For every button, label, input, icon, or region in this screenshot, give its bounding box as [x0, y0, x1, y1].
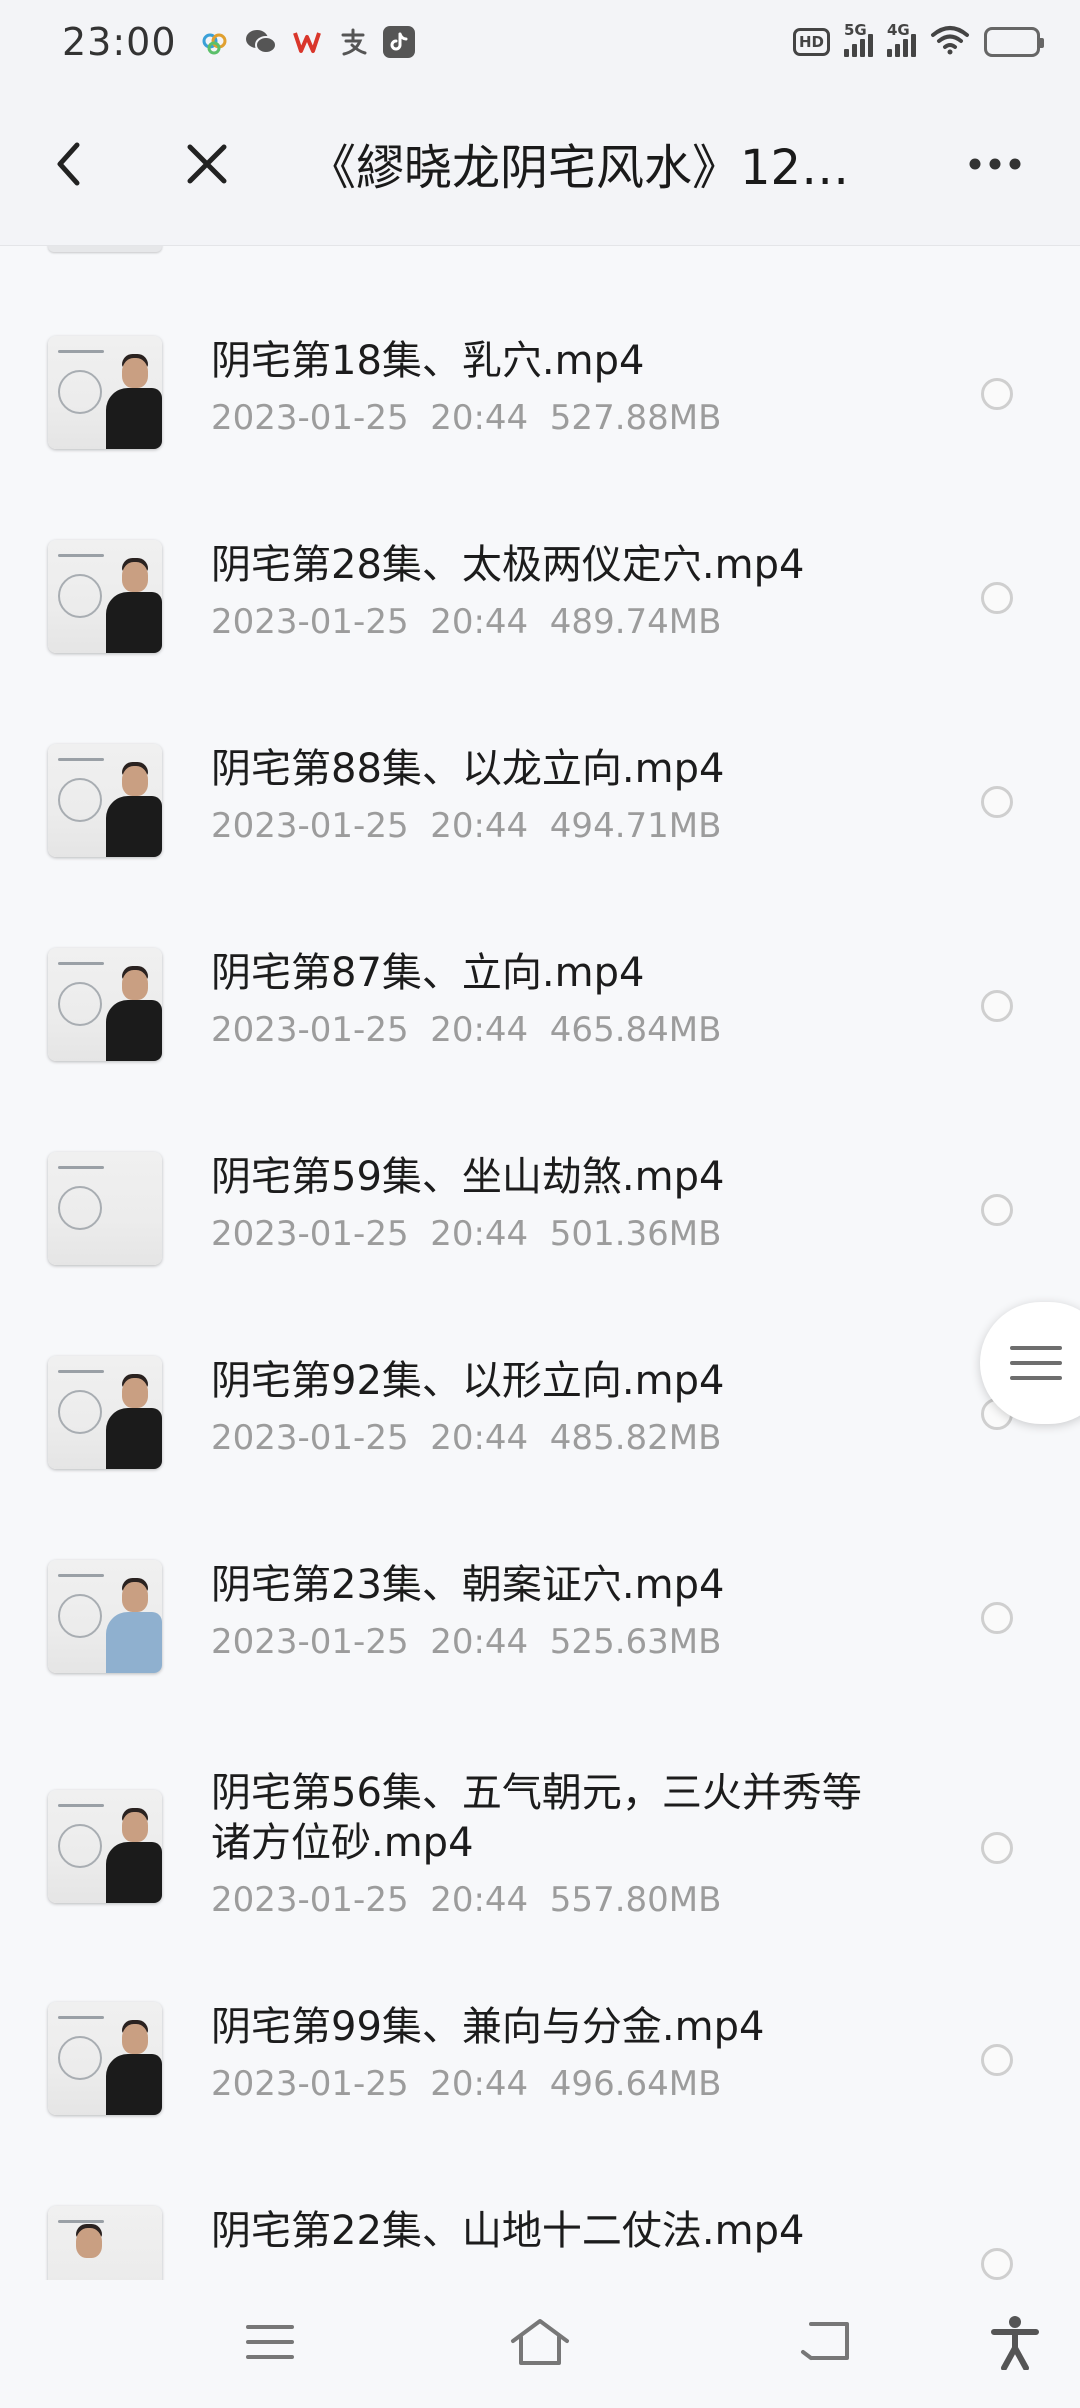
video-thumbnail	[48, 2206, 162, 2280]
video-thumbnail	[48, 948, 162, 1061]
more-options-button[interactable]	[960, 124, 1030, 204]
file-name: 阴宅第28集、太极两仪定穴.mp4	[211, 542, 805, 588]
file-name: 阴宅第59集、坐山劫煞.mp4	[211, 1154, 725, 1200]
file-row[interactable]: 阴宅第59集、坐山劫煞.mp4 2023-01-25 20:44 501.36M…	[0, 1152, 1080, 1356]
close-icon	[187, 144, 227, 184]
tiktok-icon	[382, 26, 415, 58]
file-row[interactable]: 阴宅第87集、立向.mp4 2023-01-25 20:44 465.84MB	[0, 948, 1080, 1152]
accessibility-icon	[991, 2316, 1039, 2370]
select-checkbox[interactable]	[981, 582, 1013, 614]
network-4g-label: 4G	[887, 21, 910, 39]
file-meta: 2023-01-25 20:44 496.64MB	[211, 2064, 722, 2104]
file-name: 阴宅第22集、山地十二仗法.mp4	[211, 2208, 805, 2254]
status-indicators: HD 5G 4G	[792, 21, 1044, 59]
file-row[interactable]: 阴宅第99集、兼向与分金.mp4 2023-01-25 20:44 496.64…	[0, 2002, 1080, 2206]
title-bar: 《繆晓龙阴宅风水》122…	[0, 84, 1080, 246]
select-checkbox[interactable]	[981, 2044, 1013, 2076]
alipay-icon	[337, 26, 369, 58]
chevron-left-icon	[57, 142, 80, 186]
file-meta: 2023-01-25 20:44 525.63MB	[211, 1622, 722, 1662]
file-meta: 2023-01-25 20:44 485.82MB	[211, 1418, 722, 1458]
file-name: 阴宅第87集、立向.mp4	[211, 950, 645, 996]
file-name: 阴宅第92集、以形立向.mp4	[211, 1358, 725, 1404]
network-5g-label: 5G	[844, 21, 867, 39]
video-thumbnail	[48, 1152, 162, 1265]
status-time: 23:00	[62, 20, 177, 64]
file-list[interactable]: 阴宅第18集、乳穴.mp4 2023-01-25 20:44 527.88MB …	[0, 246, 1080, 2280]
home-icon	[511, 2319, 569, 2365]
file-row[interactable]: 阴宅第56集、五气朝元，三火并秀等 诸方位砂.mp4 2023-01-25 20…	[0, 1770, 1080, 2026]
file-meta: 2023-01-25 20:44 501.36MB	[211, 1214, 722, 1254]
file-name: 阴宅第18集、乳穴.mp4	[211, 338, 645, 384]
select-checkbox[interactable]	[981, 1832, 1013, 1864]
menu-icon	[246, 2325, 294, 2359]
status-app-icons	[199, 26, 415, 58]
video-thumbnail	[48, 744, 162, 857]
file-name-line-1: 阴宅第56集、五气朝元，三火并秀等	[211, 1770, 862, 1816]
file-row[interactable]: 阴宅第88集、以龙立向.mp4 2023-01-25 20:44 494.71M…	[0, 744, 1080, 948]
file-row[interactable]: 阴宅第28集、太极两仪定穴.mp4 2023-01-25 20:44 489.7…	[0, 540, 1080, 744]
file-meta: 2023-01-25 20:44 465.84MB	[211, 1010, 722, 1050]
more-icon	[969, 158, 1021, 170]
video-thumbnail	[48, 1356, 162, 1469]
file-name: 阴宅第88集、以龙立向.mp4	[211, 746, 725, 792]
back-button[interactable]	[35, 124, 105, 204]
back-nav-button[interactable]	[785, 2302, 865, 2382]
video-thumbnail	[48, 246, 162, 252]
menu-button[interactable]	[230, 2302, 310, 2382]
video-thumbnail	[48, 1790, 162, 1903]
file-name: 阴宅第23集、朝案证穴.mp4	[211, 1562, 725, 1608]
video-thumbnail	[48, 1560, 162, 1673]
file-meta: 2023-01-25 20:44 494.71MB	[211, 806, 722, 846]
file-row[interactable]: 阴宅第18集、乳穴.mp4 2023-01-25 20:44 527.88MB	[0, 336, 1080, 540]
select-checkbox[interactable]	[981, 990, 1013, 1022]
page-title: 《繆晓龙阴宅风水》122…	[308, 140, 868, 196]
menu-lines-icon	[1010, 1346, 1062, 1380]
file-name: 阴宅第99集、兼向与分金.mp4	[211, 2004, 765, 2050]
select-checkbox[interactable]	[981, 2248, 1013, 2280]
file-row[interactable]: 阴宅第23集、朝案证穴.mp4 2023-01-25 20:44 525.63M…	[0, 1560, 1080, 1764]
back-icon	[801, 2322, 849, 2360]
accessibility-button[interactable]	[975, 2302, 1055, 2382]
wifi-icon	[930, 25, 970, 59]
select-checkbox[interactable]	[981, 786, 1013, 818]
wps-icon	[291, 26, 323, 58]
select-checkbox[interactable]	[981, 1194, 1013, 1226]
battery-icon	[984, 27, 1044, 57]
hd-badge: HD	[792, 28, 830, 56]
file-meta: 2023-01-25 20:44 489.74MB	[211, 602, 722, 642]
file-row[interactable]: 阴宅第22集、山地十二仗法.mp4	[0, 2206, 1080, 2280]
select-checkbox[interactable]	[981, 378, 1013, 410]
status-bar: 23:00 HD 5G 4G	[0, 0, 1080, 84]
video-thumbnail	[48, 540, 162, 653]
file-name-line-2: 诸方位砂.mp4	[211, 1820, 474, 1866]
signal-5g-icon: 5G	[844, 21, 873, 57]
video-thumbnail	[48, 336, 162, 449]
close-button[interactable]	[172, 124, 242, 204]
signal-4g-icon: 4G	[887, 21, 916, 57]
wechat-icon	[245, 26, 277, 58]
select-checkbox[interactable]	[981, 1602, 1013, 1634]
home-button[interactable]	[500, 2302, 580, 2382]
cloud-icon	[199, 26, 231, 58]
video-thumbnail	[48, 2002, 162, 2115]
file-row[interactable]: 阴宅第92集、以形立向.mp4 2023-01-25 20:44 485.82M…	[0, 1356, 1080, 1560]
system-nav-bar	[0, 2280, 1080, 2408]
file-meta: 2023-01-25 20:44 557.80MB	[211, 1880, 722, 1920]
file-meta: 2023-01-25 20:44 527.88MB	[211, 398, 722, 438]
